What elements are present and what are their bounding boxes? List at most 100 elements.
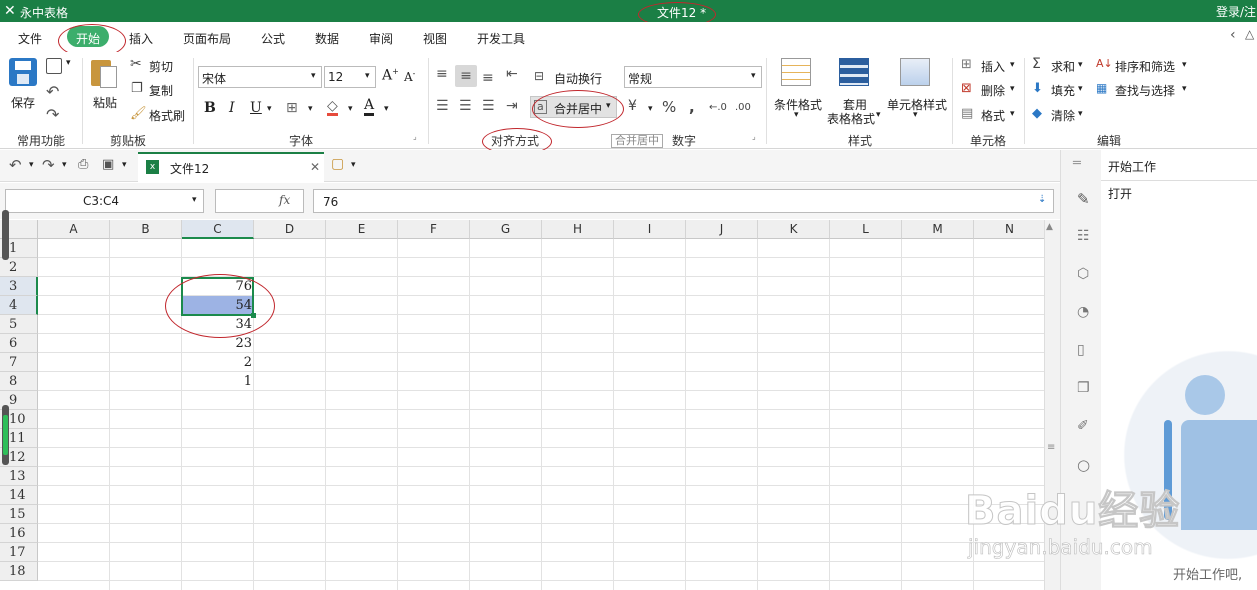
indent-icon[interactable]: ⇥ <box>506 98 518 114</box>
dropdown-icon[interactable]: ▾ <box>876 110 881 120</box>
find-select-button[interactable]: 查找与选择 <box>1115 82 1175 99</box>
column-header[interactable]: A <box>38 220 110 239</box>
row-header[interactable]: 8 <box>0 372 38 391</box>
decrease-font-icon[interactable]: A- <box>404 69 415 84</box>
menu-file[interactable]: 文件 <box>18 30 42 47</box>
column-header[interactable]: H <box>542 220 614 239</box>
column-header[interactable]: F <box>398 220 470 239</box>
dropdown-icon[interactable]: ▾ <box>122 160 127 170</box>
cut-button[interactable]: 剪切 <box>149 58 173 75</box>
percent-icon[interactable]: % <box>662 98 676 116</box>
row-header[interactable]: 7 <box>0 353 38 372</box>
row-header[interactable]: 14 <box>0 486 38 505</box>
find-select-icon[interactable]: ▦ <box>1096 81 1107 95</box>
cell-c7[interactable]: 2 <box>182 353 254 372</box>
print-preview-icon[interactable]: ⎙ <box>78 157 88 172</box>
column-header[interactable]: E <box>326 220 398 239</box>
decrease-decimal-icon[interactable]: .00 <box>735 102 751 113</box>
format-painter-icon[interactable]: 🖌 <box>130 106 147 121</box>
insert-cells-button[interactable]: 插入 <box>981 58 1005 75</box>
fill-color-icon[interactable]: ◇ <box>327 99 338 116</box>
delete-cells-icon[interactable]: ⊠ <box>961 81 972 96</box>
align-right-icon[interactable]: ☰ <box>482 98 495 114</box>
dropdown-icon[interactable]: ▾ <box>308 104 313 114</box>
column-header[interactable]: B <box>110 220 182 239</box>
delete-cells-button[interactable]: 删除 <box>981 82 1005 99</box>
open-link[interactable]: 打开 <box>1108 185 1132 202</box>
save-icon[interactable] <box>9 58 37 86</box>
clear-icon[interactable]: ◆ <box>1032 106 1042 121</box>
menu-insert[interactable]: 插入 <box>129 30 153 47</box>
dropdown-icon[interactable]: ▾ <box>1182 60 1187 70</box>
dropdown-icon[interactable]: ▾ <box>1078 84 1083 94</box>
row-header[interactable]: 18 <box>0 562 38 581</box>
increase-font-icon[interactable]: A+ <box>382 67 399 84</box>
table-format-label-2[interactable]: 表格格式 <box>827 110 875 127</box>
menu-page-layout[interactable]: 页面布局 <box>183 30 231 47</box>
scroll-up-icon[interactable]: ▲ <box>1046 222 1053 232</box>
orientation-icon[interactable]: ⇤ <box>506 66 518 82</box>
row-header[interactable]: 4 <box>0 296 38 315</box>
menu-data[interactable]: 数据 <box>315 30 339 47</box>
column-header[interactable]: N <box>974 220 1046 239</box>
document-tab[interactable]: x 文件12 ✕ <box>138 152 324 182</box>
increase-decimal-icon[interactable]: ←.0 <box>709 102 727 113</box>
dialog-launcher-icon[interactable]: ⌟ <box>413 132 417 141</box>
copy-button[interactable]: 复制 <box>149 82 173 99</box>
format-painter-button[interactable]: 格式刷 <box>149 107 185 124</box>
search-icon[interactable]: ○ <box>1077 456 1095 474</box>
dropdown-icon[interactable]: ▾ <box>1010 109 1015 119</box>
top-scroll-handle[interactable] <box>2 210 9 260</box>
chevron-left-icon[interactable]: ‹ <box>1230 27 1236 43</box>
dropdown-icon[interactable]: ▾ <box>384 104 389 114</box>
clipboard-icon[interactable]: ▯ <box>1077 342 1095 360</box>
column-header[interactable]: C <box>182 220 254 239</box>
bold-button[interactable]: B <box>204 100 216 116</box>
dropdown-icon[interactable]: ▾ <box>1010 60 1015 70</box>
wrap-text-icon[interactable]: ⊟ <box>534 69 544 83</box>
dropdown-icon[interactable]: ▾ <box>351 160 356 170</box>
insert-cells-icon[interactable]: ⊞ <box>961 57 972 72</box>
clock-icon[interactable]: ◔ <box>1077 304 1095 322</box>
save-button-label[interactable]: 保存 <box>11 94 35 111</box>
paste-icon[interactable] <box>91 56 117 88</box>
dropdown-icon[interactable]: ▾ <box>1010 84 1015 94</box>
border-icon[interactable]: ⊞ <box>286 100 298 116</box>
column-header[interactable]: G <box>470 220 542 239</box>
collapse-ribbon-icon[interactable]: △ <box>1245 27 1254 41</box>
menu-lines-icon[interactable]: ═ <box>1073 156 1081 171</box>
dialog-launcher-icon[interactable]: ⌟ <box>752 132 756 141</box>
expand-icon[interactable]: ⇣ <box>1038 194 1046 205</box>
table-format-icon[interactable] <box>839 58 869 86</box>
redo-icon[interactable]: ↷ <box>42 156 55 174</box>
sum-button[interactable]: 求和 <box>1051 58 1075 75</box>
column-header[interactable]: K <box>758 220 830 239</box>
dropdown-icon[interactable]: ▾ <box>1078 60 1083 70</box>
function-box[interactable]: fx <box>215 189 304 213</box>
dropdown-icon[interactable]: ▾ <box>62 160 67 170</box>
dropdown-icon[interactable]: ▾ <box>348 104 353 114</box>
column-header[interactable]: M <box>902 220 974 239</box>
row-header[interactable]: 5 <box>0 315 38 334</box>
cell-style-icon[interactable] <box>900 58 930 86</box>
dropdown-icon[interactable]: ▾ <box>794 110 799 120</box>
cell-c8[interactable]: 1 <box>182 372 254 391</box>
dropdown-icon[interactable]: ▾ <box>913 110 918 120</box>
comma-icon[interactable]: , <box>689 98 695 116</box>
row-header[interactable]: 17 <box>0 543 38 562</box>
dropdown-icon[interactable]: ▾ <box>1182 84 1187 94</box>
paste-button-label[interactable]: 粘贴 <box>93 94 117 111</box>
save-icon[interactable]: ▣ <box>102 157 114 172</box>
row-header[interactable]: 3 <box>0 277 38 296</box>
font-name-select[interactable]: 宋体 ▾ <box>198 66 322 88</box>
spreadsheet-grid[interactable]: ABCDEFGHIJKLMN 1 2 3 4 5 6 7 8 9 10 11 12 13 14 15 16 17… <box>0 220 1060 590</box>
font-size-select[interactable]: 12 ▾ <box>324 66 376 88</box>
format-cells-icon[interactable]: ▤ <box>961 106 973 121</box>
redo-icon[interactable]: ↷ <box>46 105 59 124</box>
number-format-select[interactable]: 常规 ▾ <box>624 66 762 88</box>
menu-review[interactable]: 审阅 <box>369 30 393 47</box>
close-icon[interactable]: ✕ <box>310 160 320 174</box>
clear-button[interactable]: 清除 <box>1051 107 1075 124</box>
align-bottom-icon[interactable]: ≡ <box>482 70 494 86</box>
print-preview-icon[interactable] <box>46 58 62 74</box>
